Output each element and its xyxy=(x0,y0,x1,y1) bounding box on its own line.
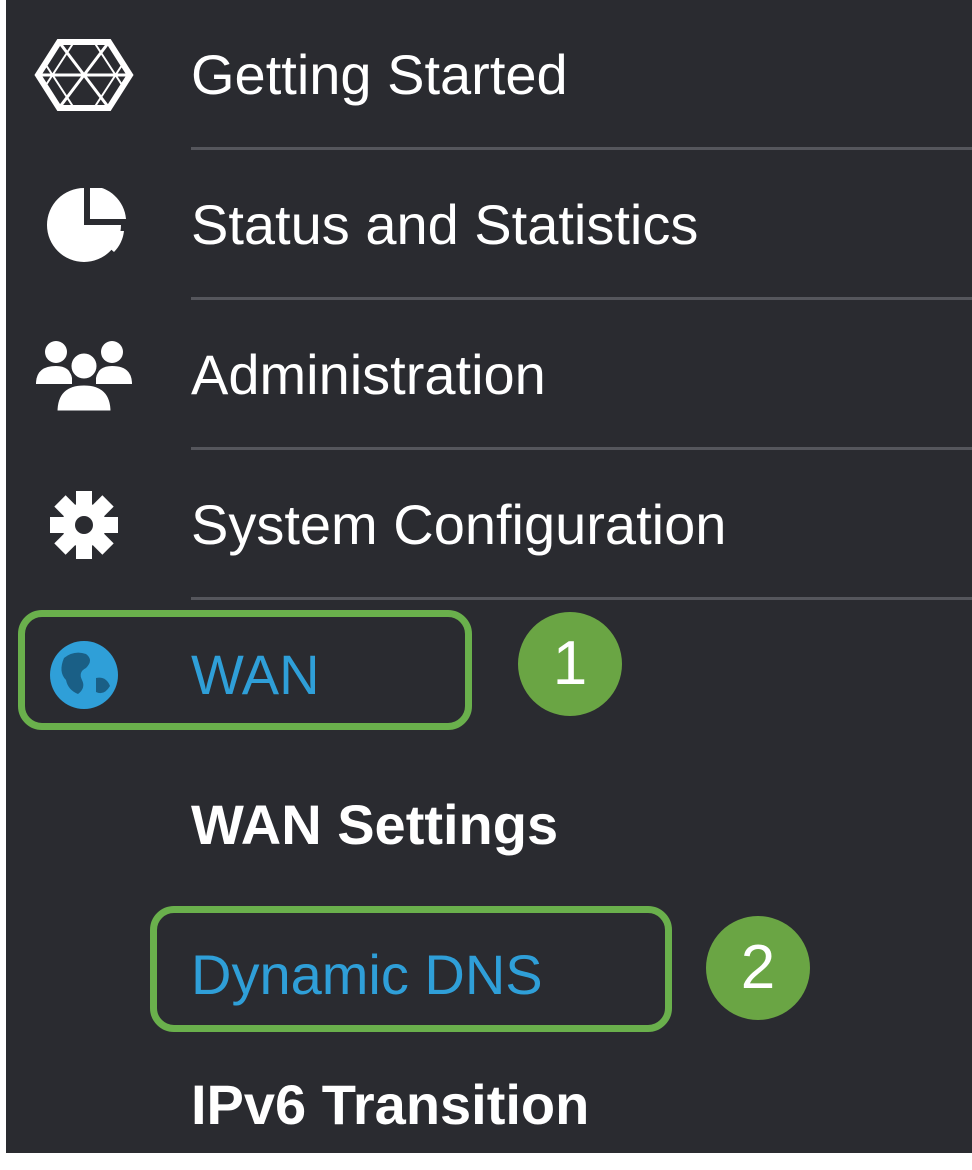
nav-item-label: System Configuration xyxy=(191,493,727,556)
sidebar-nav: Getting Started Status and Statistics Ad… xyxy=(6,0,972,1153)
users-icon xyxy=(34,338,134,414)
nav-item-label: Administration xyxy=(191,343,546,406)
nav-item-getting-started[interactable]: Getting Started xyxy=(6,0,972,150)
gear-icon xyxy=(34,488,134,562)
pie-chart-icon xyxy=(34,185,134,262)
callout-badge-step-2: 2 xyxy=(706,916,810,1020)
submenu-item-wan-settings[interactable]: WAN Settings xyxy=(6,760,972,890)
nav-item-administration[interactable]: Administration xyxy=(6,300,972,450)
getting-started-icon xyxy=(34,38,134,112)
nav-item-label: Status and Statistics xyxy=(191,193,699,256)
nav-item-label: Getting Started xyxy=(191,43,568,106)
submenu-item-ipv6-transition[interactable]: IPv6 Transition xyxy=(6,1040,972,1170)
callout-badge-step-1: 1 xyxy=(518,612,622,716)
submenu-item-label: WAN Settings xyxy=(191,793,559,856)
callout-box-dynamic-dns xyxy=(150,906,672,1032)
nav-item-system-configuration[interactable]: System Configuration xyxy=(6,450,972,600)
nav-item-status-and-statistics[interactable]: Status and Statistics xyxy=(6,150,972,300)
callout-box-wan xyxy=(18,610,472,730)
submenu-item-label: IPv6 Transition xyxy=(191,1073,590,1136)
